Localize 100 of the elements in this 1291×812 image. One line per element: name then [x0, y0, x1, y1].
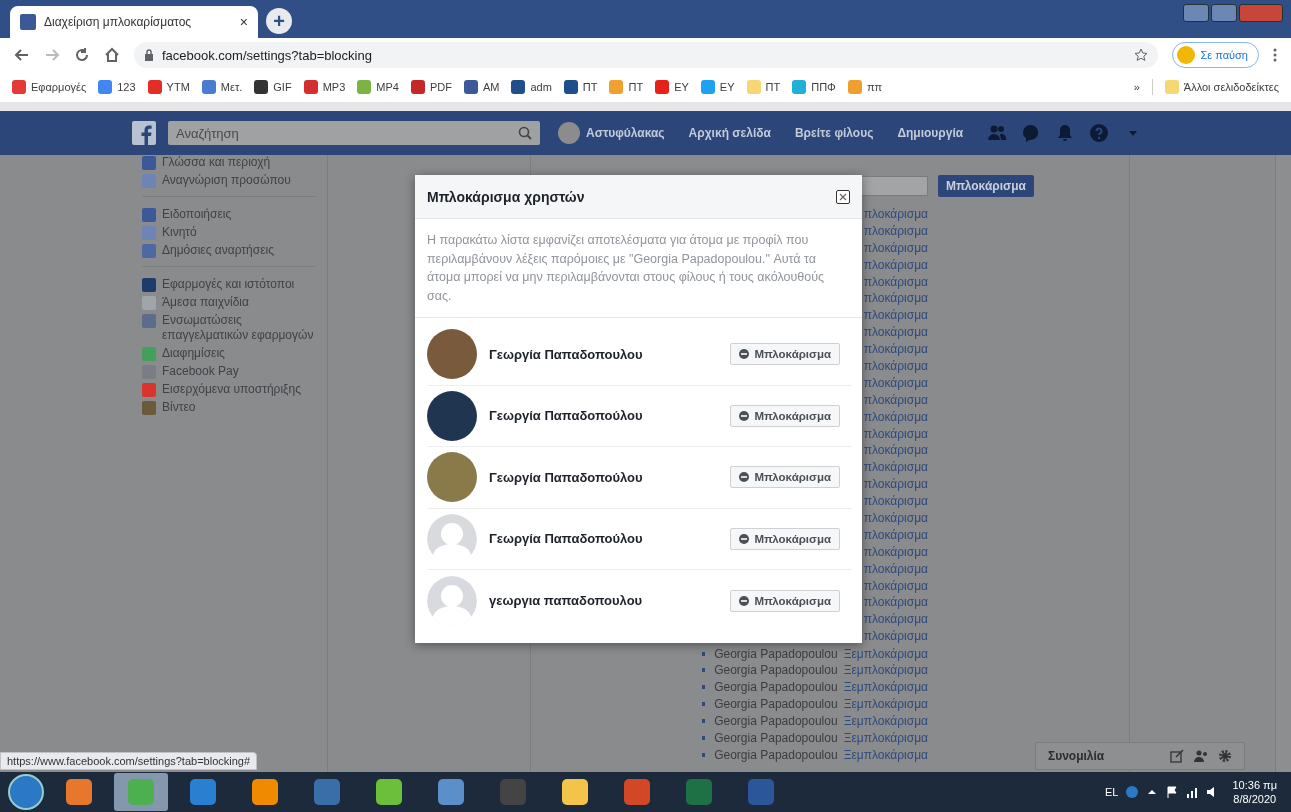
- unblock-link[interactable]: πλοκάρισμα: [863, 560, 928, 578]
- unblock-link[interactable]: Ξεμπλοκάρισμα: [843, 747, 928, 762]
- overflow-button[interactable]: »: [1133, 81, 1140, 93]
- sidebar-item[interactable]: Κινητό: [142, 225, 315, 240]
- unblock-link[interactable]: πλοκάρισμα: [863, 408, 928, 426]
- reload-icon[interactable]: [74, 47, 90, 63]
- bookmark-link[interactable]: ΠΤ: [746, 80, 781, 94]
- bookmark-link[interactable]: MP3: [303, 80, 346, 94]
- unblock-link[interactable]: πλοκάρισμα: [863, 594, 928, 612]
- unblock-link[interactable]: πλοκάρισμα: [863, 341, 928, 358]
- bookmark-folder-link[interactable]: Άλλοι σελιδοδείκτες: [1164, 80, 1279, 94]
- signal-bars-icon[interactable]: [1186, 786, 1199, 798]
- sidebar-item[interactable]: Ειδοποιήσεις: [142, 207, 315, 222]
- bookmark-link[interactable]: Μετ.: [201, 80, 243, 94]
- sidebar-item[interactable]: Αναγνώριση προσώπου: [142, 173, 315, 188]
- search-field[interactable]: Αναζήτηση: [168, 121, 540, 145]
- maximize-button[interactable]: [1211, 4, 1237, 22]
- chat-bar[interactable]: Συνομιλία: [1035, 742, 1245, 770]
- unblock-link[interactable]: πλοκάρισμα: [863, 256, 928, 274]
- nav-link[interactable]: Δημιουργία: [891, 126, 970, 140]
- bookmark-link[interactable]: ΠΤ: [563, 80, 598, 94]
- unblock-link[interactable]: Ξεμπλοκάρισμα: [843, 646, 928, 661]
- bookmark-link[interactable]: ΠΠΦ: [792, 80, 836, 94]
- unblock-link[interactable]: πλοκάρισμα: [863, 476, 928, 494]
- flag-icon[interactable]: [1166, 786, 1179, 798]
- star-icon[interactable]: [1133, 48, 1148, 62]
- bookmark-link[interactable]: AM: [463, 80, 500, 94]
- block-button[interactable]: Μπλοκάρισμα: [938, 175, 1034, 197]
- unblock-link[interactable]: πλοκάρισμα: [863, 239, 928, 257]
- bookmark-link[interactable]: ππ: [847, 80, 883, 94]
- sidebar-item[interactable]: Εισερχόμενα υποστήριξης: [142, 382, 315, 397]
- sidebar-item[interactable]: Ενσωματώσεις επαγγελματικών εφαρμογών: [142, 313, 315, 343]
- sidebar-item[interactable]: Βίντεο: [142, 400, 315, 415]
- compose-icon[interactable]: [1170, 749, 1184, 763]
- bookmark-link[interactable]: YTM: [147, 80, 190, 94]
- bookmark-link[interactable]: Εφαρμογές: [12, 80, 87, 94]
- unblock-link[interactable]: πλοκάρισμα: [863, 442, 928, 460]
- tab-close-button[interactable]: ×: [239, 14, 248, 30]
- unblock-link[interactable]: πλοκάρισμα: [863, 307, 928, 325]
- sidebar-item[interactable]: Διαφημίσεις: [142, 346, 315, 361]
- people-icon[interactable]: [1194, 749, 1208, 763]
- sidebar-item[interactable]: Γλώσσα και περιοχή: [142, 155, 315, 170]
- profile-link[interactable]: Αστυφύλακας: [552, 122, 671, 144]
- unblock-link[interactable]: πλοκάρισμα: [863, 628, 928, 646]
- unblock-link[interactable]: πλοκάρισμα: [863, 222, 928, 240]
- home-icon[interactable]: [104, 47, 120, 63]
- block-button[interactable]: Μπλοκάρισμα: [730, 527, 840, 550]
- sidebar-item[interactable]: Άμεσα παιχνίδια: [142, 295, 315, 310]
- unblock-link[interactable]: πλοκάρισμα: [863, 391, 928, 409]
- unblock-link[interactable]: πλοκάρισμα: [863, 425, 928, 443]
- unblock-link[interactable]: Ξεμπλοκάρισμα: [843, 714, 928, 729]
- more-icon[interactable]: [1273, 48, 1277, 62]
- sidebar-item[interactable]: Εφαρμογές και ιστότοποι: [142, 277, 315, 292]
- avatar-icon: [558, 122, 580, 144]
- unblock-link[interactable]: πλοκάρισμα: [863, 543, 928, 561]
- language-indicator[interactable]: EL: [1105, 786, 1119, 798]
- browser-tab[interactable]: Διαχείριση μπλοκαρίσματος ×: [10, 6, 258, 38]
- unblock-link[interactable]: πλοκάρισμα: [863, 374, 928, 392]
- bookmark-link[interactable]: adm: [511, 80, 552, 94]
- bookmark-link[interactable]: ΠΤ: [609, 80, 644, 94]
- settings-icon[interactable]: [1218, 749, 1232, 763]
- sidebar-item[interactable]: Facebook Pay: [142, 364, 315, 379]
- unblock-link[interactable]: πλοκάρισμα: [863, 526, 928, 544]
- block-button[interactable]: Μπλοκάρισμα: [730, 466, 840, 489]
- minus-circle-icon: [739, 595, 750, 606]
- unblock-link[interactable]: πλοκάρισμα: [863, 577, 928, 595]
- unblock-link[interactable]: πλοκάρισμα: [863, 290, 928, 308]
- unblock-link[interactable]: Ξεμπλοκάρισμα: [843, 680, 928, 695]
- start-button[interactable]: [8, 774, 44, 810]
- nav-link[interactable]: Βρείτε φίλους: [788, 126, 880, 140]
- address-bar[interactable]: facebook.com/settings?tab=blocking: [134, 42, 1158, 68]
- unblock-link[interactable]: πλοκάρισμα: [863, 493, 928, 511]
- unblock-link[interactable]: πλοκάρισμα: [863, 611, 928, 629]
- unblock-link[interactable]: Ξεμπλοκάρισμα: [843, 731, 928, 746]
- block-button[interactable]: Μπλοκάρισμα: [730, 343, 840, 366]
- block-button[interactable]: Μπλοκάρισμα: [730, 589, 840, 612]
- search-icon[interactable]: [518, 126, 532, 140]
- bookmark-link[interactable]: PDF: [410, 80, 452, 94]
- unblock-link[interactable]: πλοκάρισμα: [863, 510, 928, 527]
- back-icon[interactable]: [14, 47, 30, 63]
- block-button[interactable]: Μπλοκάρισμα: [730, 404, 840, 427]
- unblock-link[interactable]: πλοκάρισμα: [863, 206, 928, 223]
- bookmark-link[interactable]: ΕΥ: [655, 80, 689, 94]
- bookmark-link[interactable]: MP4: [357, 80, 399, 94]
- new-tab-button[interactable]: +: [266, 8, 292, 34]
- unblock-link[interactable]: πλοκάρισμα: [863, 324, 928, 342]
- sidebar-item[interactable]: Δημόσιες αναρτήσεις: [142, 243, 315, 258]
- profile-button[interactable]: Σε παύση: [1171, 42, 1259, 68]
- minimize-button[interactable]: [1183, 4, 1209, 22]
- bookmark-link[interactable]: 123: [98, 80, 136, 94]
- bookmark-link[interactable]: GIF: [254, 80, 292, 94]
- bookmark-link[interactable]: ΕΥ: [700, 80, 735, 94]
- blocked-name: Georgia Papadopoulou: [714, 731, 838, 746]
- unblock-link[interactable]: πλοκάρισμα: [863, 273, 928, 291]
- unblock-link[interactable]: Ξεμπλοκάρισμα: [843, 697, 928, 712]
- logo-icon[interactable]: [132, 121, 156, 145]
- unblock-link[interactable]: Ξεμπλοκάρισμα: [843, 663, 928, 678]
- unblock-link[interactable]: πλοκάρισμα: [863, 358, 928, 375]
- nav-link[interactable]: Αρχική σελίδα: [682, 126, 777, 140]
- unblock-link[interactable]: πλοκάρισμα: [863, 459, 928, 477]
